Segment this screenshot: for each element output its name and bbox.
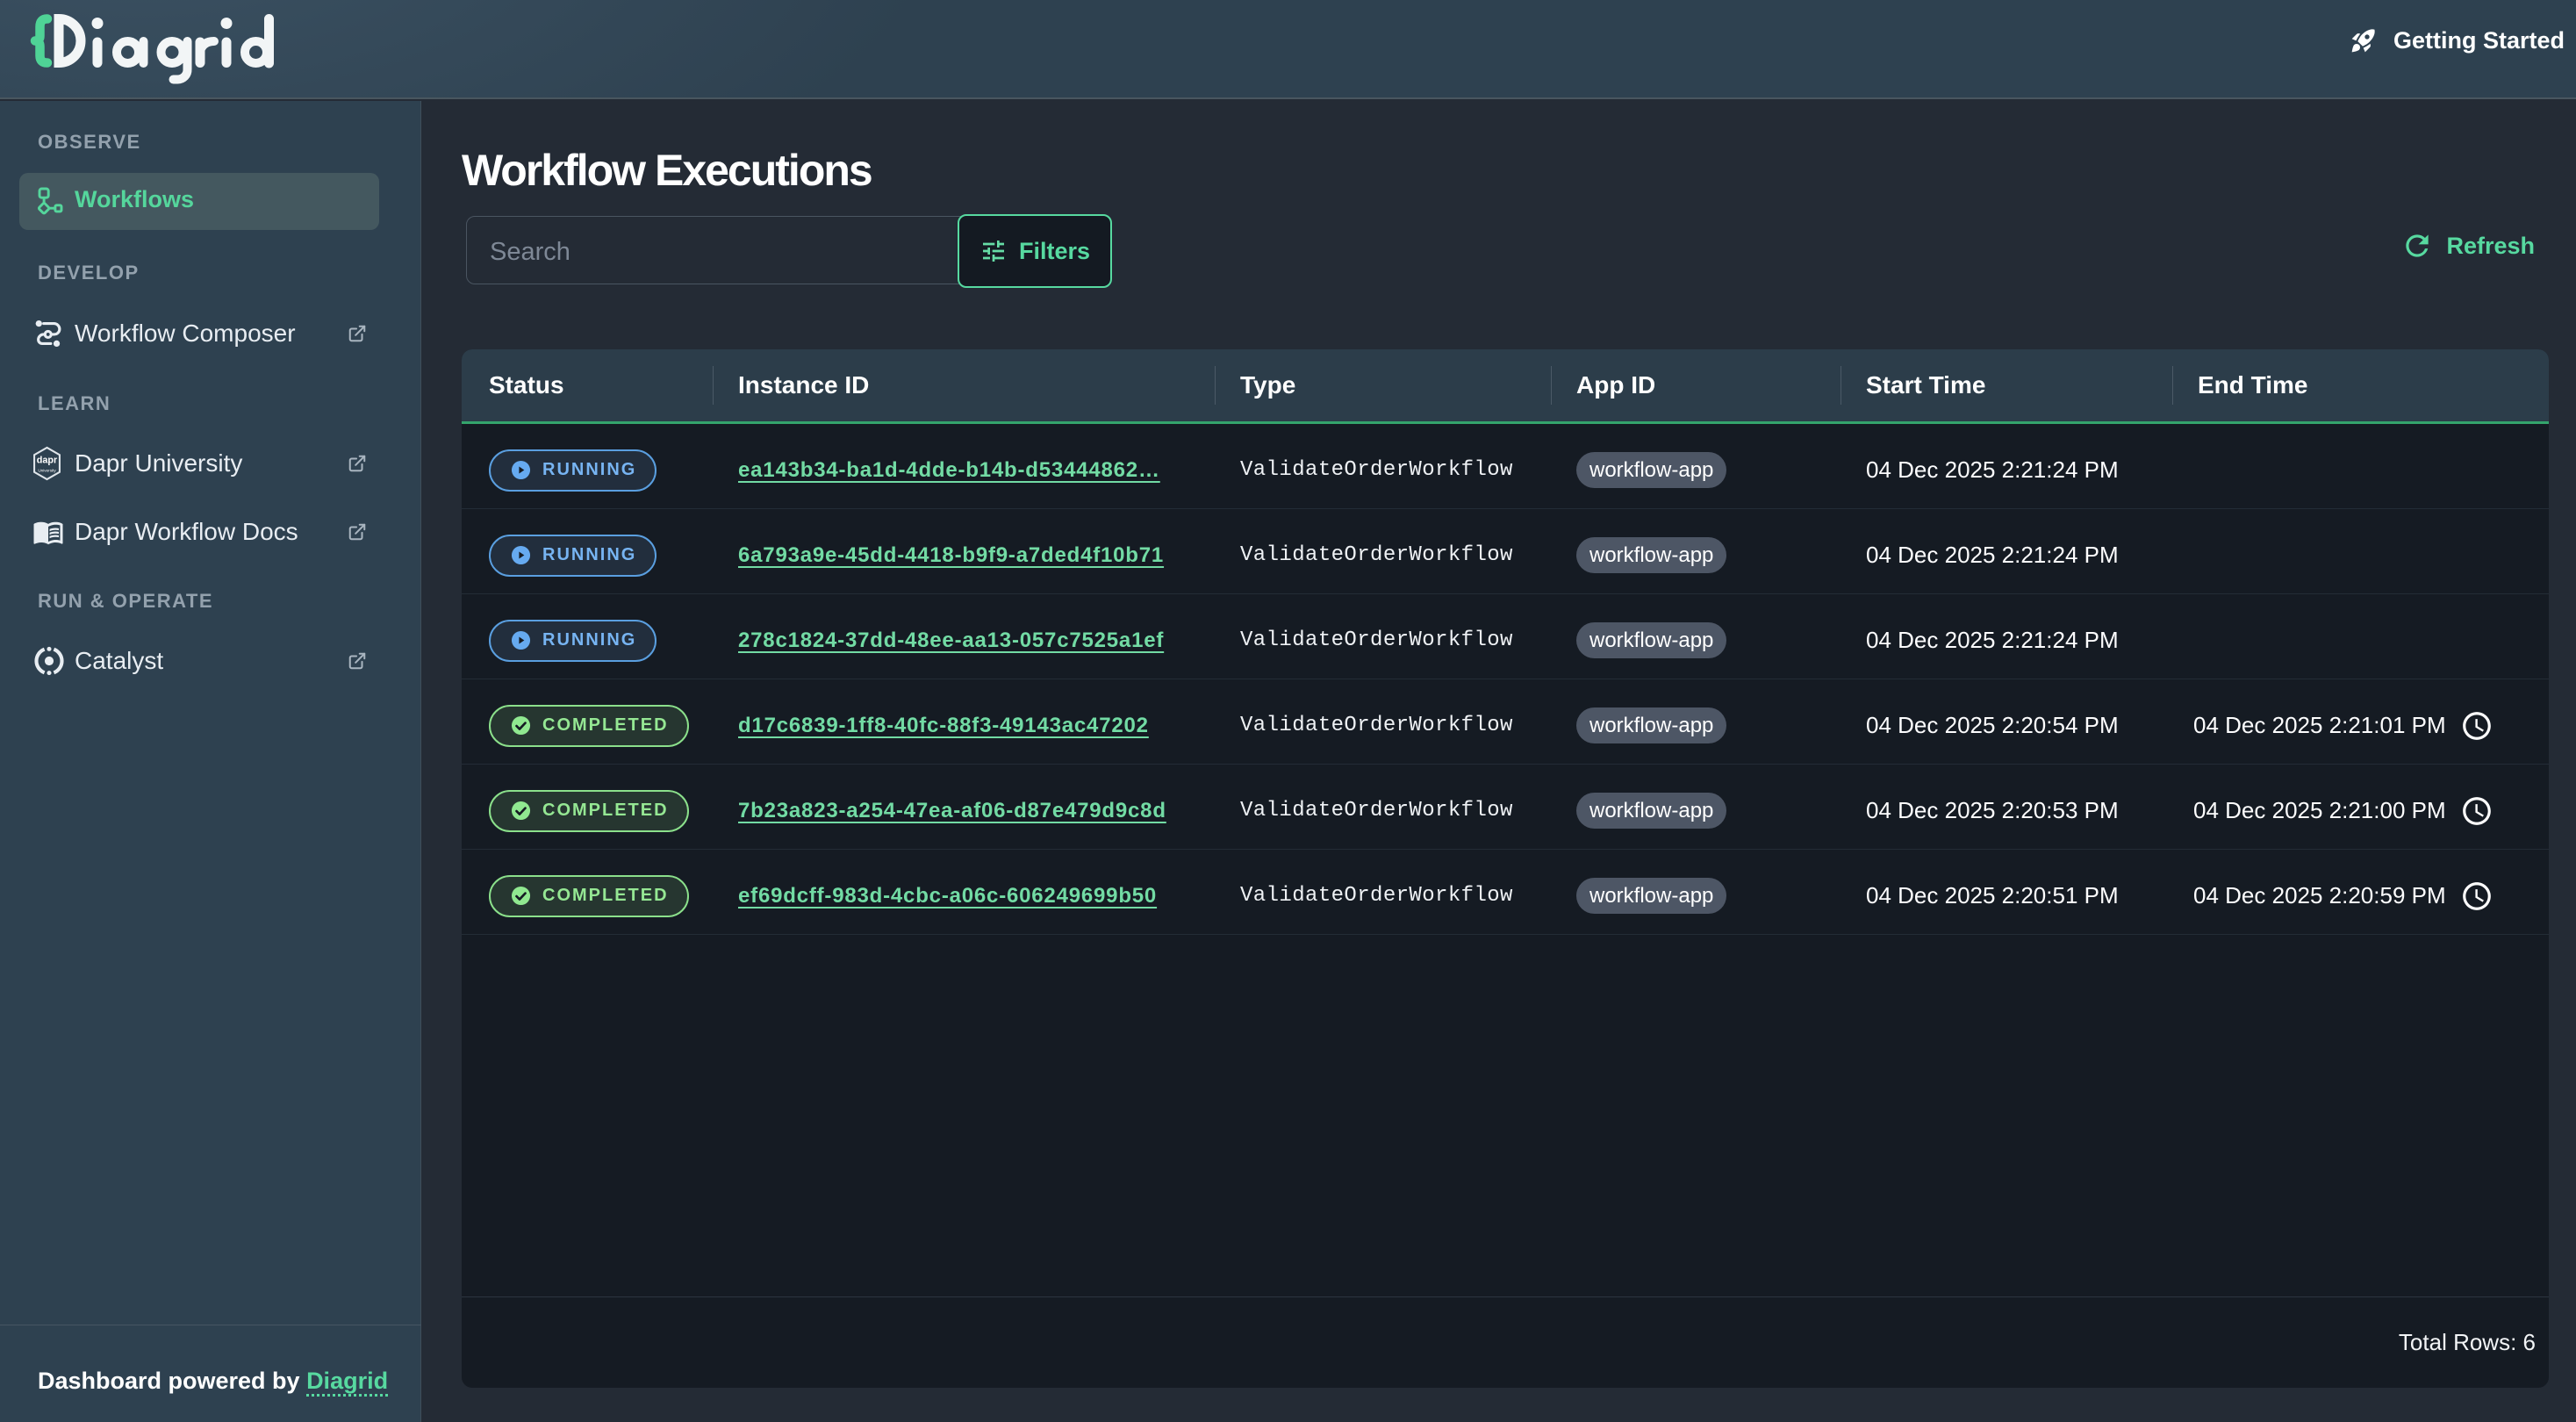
svg-text:dapr: dapr — [37, 455, 58, 465]
svg-text:University: University — [38, 468, 56, 472]
